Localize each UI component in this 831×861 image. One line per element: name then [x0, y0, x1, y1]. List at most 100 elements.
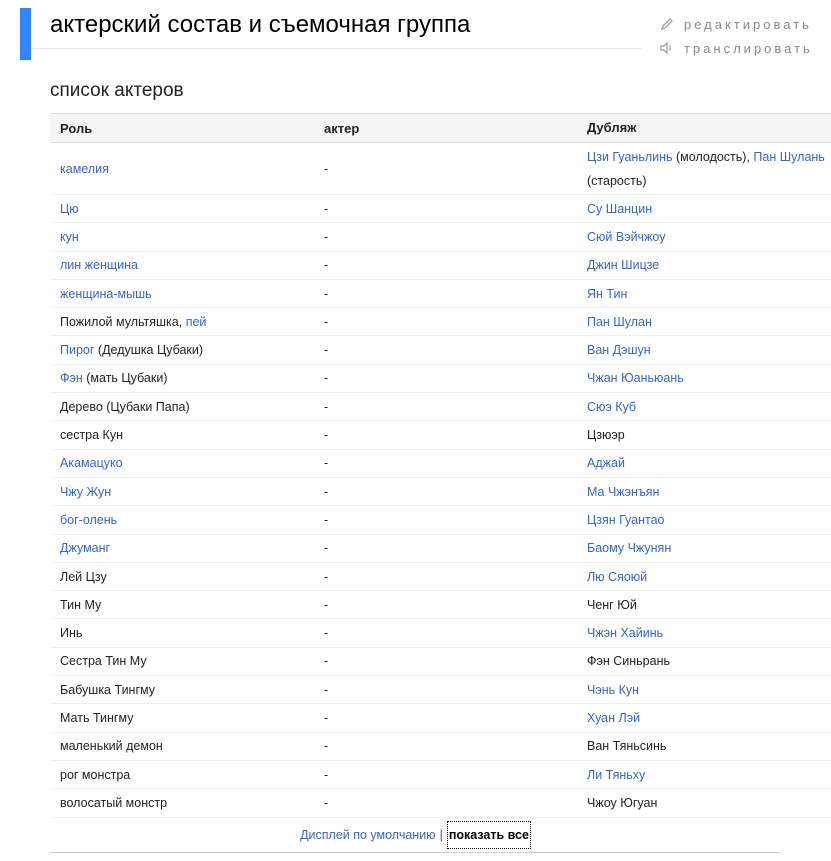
role-link[interactable]: Цю — [60, 202, 79, 216]
dub-link[interactable]: Ли Тяньху — [587, 768, 645, 782]
dub-link[interactable]: Аджай — [587, 456, 625, 470]
header-actor: актер — [324, 120, 360, 136]
dub-link[interactable]: Цзи Гуаньлинь — [587, 150, 673, 164]
actor-cell: - — [324, 400, 587, 414]
dub-link[interactable]: Чэнь Кун — [587, 683, 639, 697]
actor-cell: - — [324, 796, 587, 810]
role-cell: женщина-мышь — [50, 287, 324, 301]
role-link[interactable]: Фэн — [60, 371, 83, 385]
dub-link[interactable]: Баому Чжунян — [587, 541, 671, 555]
default-display-link[interactable]: Дисплей по умолчанию — [300, 828, 436, 842]
role-link[interactable]: Акамацуко — [60, 456, 123, 470]
dub-link[interactable]: Хуан Лэй — [587, 711, 640, 725]
actor-value: - — [324, 314, 329, 329]
table-row: рог монстра - Ли Тяньху — [50, 761, 831, 790]
page-title: актерский состав и съемочная группа — [50, 11, 471, 38]
actor-cell: - — [324, 513, 587, 527]
role-link[interactable]: Чжу Жун — [60, 485, 111, 499]
role-link[interactable]: Пирог — [60, 343, 94, 357]
dub-link[interactable]: Су Шанцин — [587, 202, 652, 216]
actor-value: - — [324, 399, 329, 414]
role-link[interactable]: пей — [186, 315, 207, 329]
dub-link[interactable]: Пан Шулань — [753, 150, 824, 164]
edit-label: редактировать — [684, 16, 812, 32]
dub-cell: Пан Шулан — [587, 310, 831, 334]
role-cell: камелия — [50, 162, 324, 176]
table-row: Бабушка Тингму - Чэнь Кун — [50, 676, 831, 705]
table-row: Тин Му - Ченг Юй — [50, 591, 831, 620]
dub-link[interactable]: Пан Шулан — [587, 315, 652, 329]
role-link[interactable]: лин женщина — [60, 258, 138, 272]
actor-value: - — [324, 258, 329, 273]
dub-link[interactable]: Ян Тин — [587, 287, 627, 301]
show-all-button[interactable]: показать все — [446, 820, 531, 849]
actor-cell: - — [324, 162, 587, 176]
role-cell: Инь — [50, 626, 324, 640]
role-cell: сестра Кун — [50, 428, 324, 442]
table-row: Пирог (Дедушка Цубаки) - Ван Дэшун — [50, 336, 831, 365]
dub-text: (молодость), — [672, 149, 754, 164]
role-link[interactable]: Джуманг — [60, 541, 110, 555]
dub-link[interactable]: Ма Чжэнъян — [587, 485, 659, 499]
actor-cell: - — [324, 626, 587, 640]
table-row: Цю - Су Шанцин — [50, 195, 831, 224]
actor-value: - — [324, 484, 329, 499]
translate-action[interactable]: транслировать — [660, 36, 831, 60]
title-divider — [32, 48, 642, 49]
table-row: Инь - Чжэн Хайинь — [50, 619, 831, 648]
dub-cell: Лю Сяоюй — [587, 565, 831, 589]
role-text: Бабушка Тингму — [60, 682, 156, 697]
dub-cell: Чэнь Кун — [587, 678, 831, 702]
edit-action[interactable]: редактировать — [660, 12, 831, 36]
actor-value: - — [324, 512, 329, 527]
dub-link[interactable]: Лю Сяоюй — [587, 570, 647, 584]
actor-cell: - — [324, 541, 587, 555]
dub-link[interactable]: Сюй Вэйчжоу — [587, 230, 666, 244]
role-text: сестра Кун — [60, 428, 123, 443]
actor-value: - — [324, 229, 329, 244]
dub-link[interactable]: Джин Шицзе — [587, 258, 659, 272]
actor-cell: - — [324, 598, 587, 612]
header-role: Роль — [60, 120, 93, 136]
role-cell: бог-олень — [50, 513, 324, 527]
table-row: Акамацуко - Аджай — [50, 450, 831, 478]
actor-value: - — [324, 541, 329, 556]
dub-cell: Цзян Гуантао — [587, 508, 831, 532]
actor-value: - — [324, 161, 329, 176]
dub-link[interactable]: Сюэ Куб — [587, 400, 636, 414]
role-cell: Акамацуко — [50, 456, 324, 470]
table-body: камелия - Цзи Гуаньлинь (молодость), Пан Ш… — [50, 143, 831, 818]
dub-link[interactable]: Ван Дэшун — [587, 343, 651, 357]
table-footer: Дисплей по умолчанию | показать все — [50, 818, 781, 853]
role-link[interactable]: камелия — [60, 162, 109, 176]
dub-link[interactable]: Чжэн Хайинь — [587, 626, 663, 640]
actor-value: - — [324, 654, 329, 669]
dub-link[interactable]: Цзян Гуантао — [587, 513, 665, 527]
actor-cell: - — [324, 739, 587, 753]
role-link[interactable]: кун — [60, 230, 79, 244]
role-link[interactable]: женщина-мышь — [60, 287, 152, 301]
role-cell: кун — [50, 230, 324, 244]
actor-cell: - — [324, 230, 587, 244]
table-row: Чжу Жун - Ма Чжэнъян — [50, 478, 831, 507]
role-link[interactable]: бог-олень — [60, 513, 117, 527]
table-row: Фэн (мать Цубаки) - Чжан Юаньюань — [50, 365, 831, 394]
section-title: список актеров — [50, 80, 184, 101]
dub-link[interactable]: Чжан Юаньюань — [587, 371, 684, 385]
dub-cell: Джин Шицзе — [587, 253, 831, 277]
actor-cell: - — [324, 371, 587, 385]
dub-cell: Ян Тин — [587, 282, 831, 306]
dub-text: Ван Тяньсинь — [587, 739, 667, 754]
actor-value: - — [324, 456, 329, 471]
dub-text: Цзюэр — [587, 428, 625, 443]
actor-value: - — [324, 371, 329, 386]
role-cell: Чжу Жун — [50, 485, 324, 499]
page-actions: редактировать транслировать — [660, 12, 831, 60]
table-row: волосатый монстр - Чжоу Югуан — [50, 789, 831, 818]
dub-cell: Чжоу Югуан — [587, 791, 831, 815]
actor-value: - — [324, 795, 329, 810]
role-cell: Фэн (мать Цубаки) — [50, 371, 324, 385]
role-cell: волосатый монстр — [50, 796, 324, 810]
actor-value: - — [324, 343, 329, 358]
actor-cell: - — [324, 654, 587, 668]
